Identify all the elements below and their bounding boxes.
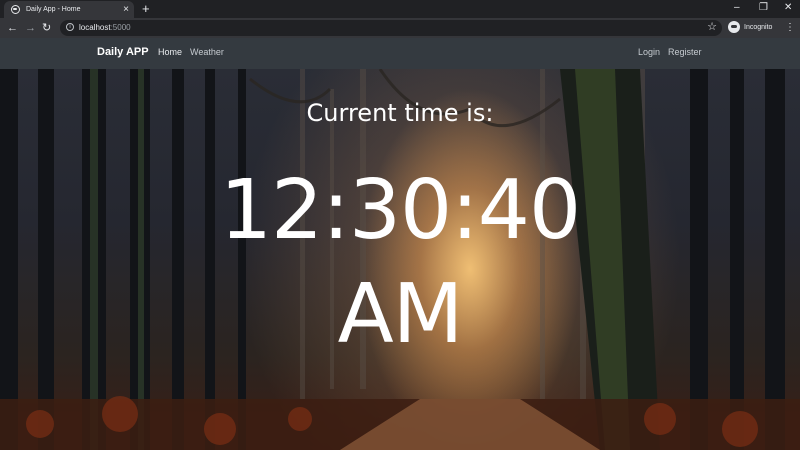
nav-link-weather[interactable]: Weather [190,47,224,57]
minimize-icon[interactable]: – [734,2,740,14]
time-meridiem: AM [337,267,464,362]
time-label: Current time is: [306,99,494,127]
url-host: localhost [79,23,111,32]
brand-link[interactable]: Daily APP [97,46,149,58]
nav-link-register[interactable]: Register [668,47,702,57]
close-icon[interactable]: × [123,4,129,15]
nav-link-home[interactable]: Home [158,47,182,57]
time-value: 12:30:40 [219,163,581,258]
reload-icon[interactable]: ↻ [42,21,51,35]
nav-link-login[interactable]: Login [638,47,660,57]
current-time: 12:30:40 AM [0,159,800,367]
star-icon[interactable]: ☆ [707,21,717,34]
restore-icon[interactable]: ❐ [759,2,768,14]
info-icon[interactable]: i [66,23,74,31]
arrow-left-icon[interactable]: ← [7,21,18,35]
arrow-right-icon[interactable]: → [25,21,36,35]
page-viewport: Daily APP Home Weather Login Register Cu… [0,38,800,450]
incognito-profile[interactable]: Incognito [728,21,772,33]
tab-title: Daily App - Home [26,6,81,13]
window-close-icon[interactable]: ✕ [784,2,792,14]
kebab-menu-icon[interactable]: ⋮ [785,21,795,35]
browser-tabstrip: Daily App - Home × + – ❐ ✕ [0,0,800,18]
url-port: :5000 [110,23,131,32]
plus-icon[interactable]: + [142,2,150,15]
browser-tab[interactable]: Daily App - Home × [4,1,134,18]
address-bar[interactable]: i localhost:5000 ☆ [60,20,722,36]
hero-background: Current time is: 12:30:40 AM [0,69,800,450]
browser-toolbar: ← → ↻ i localhost:5000 ☆ Incognito ⋮ [0,18,800,38]
app-navbar: Daily APP Home Weather Login Register [0,38,800,69]
url-text[interactable]: localhost:5000 [79,23,131,33]
globe-icon [11,5,20,14]
profile-label: Incognito [744,23,773,31]
incognito-icon [728,21,740,33]
